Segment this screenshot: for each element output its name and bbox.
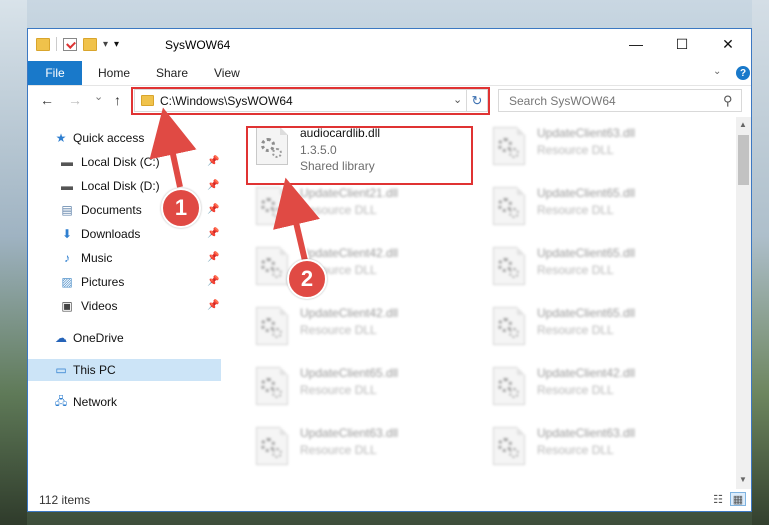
scrollbar-thumb[interactable] — [738, 135, 749, 185]
tiles-view-icon[interactable]: ▦ — [730, 492, 746, 506]
scroll-up-icon[interactable]: ▲ — [739, 120, 747, 129]
callout-step-2: 2 — [287, 259, 327, 299]
arrow-to-file — [273, 177, 320, 266]
vertical-scrollbar[interactable]: ▲ ▼ — [736, 117, 751, 489]
desktop-background-left — [0, 0, 27, 525]
details-view-icon[interactable]: ☷ — [710, 492, 726, 506]
scroll-down-icon[interactable]: ▼ — [739, 475, 747, 484]
item-count: 112 items — [39, 493, 91, 507]
desktop-background-right — [752, 0, 769, 525]
callout-step-1: 1 — [161, 188, 201, 228]
annotation-arrows — [149, 107, 320, 270]
file-explorer-window: ▾ ▾ SysWOW64 — ☐ ✕ File Home Share View … — [27, 28, 752, 512]
status-bar: 112 items ☷ ▦ — [28, 489, 751, 511]
